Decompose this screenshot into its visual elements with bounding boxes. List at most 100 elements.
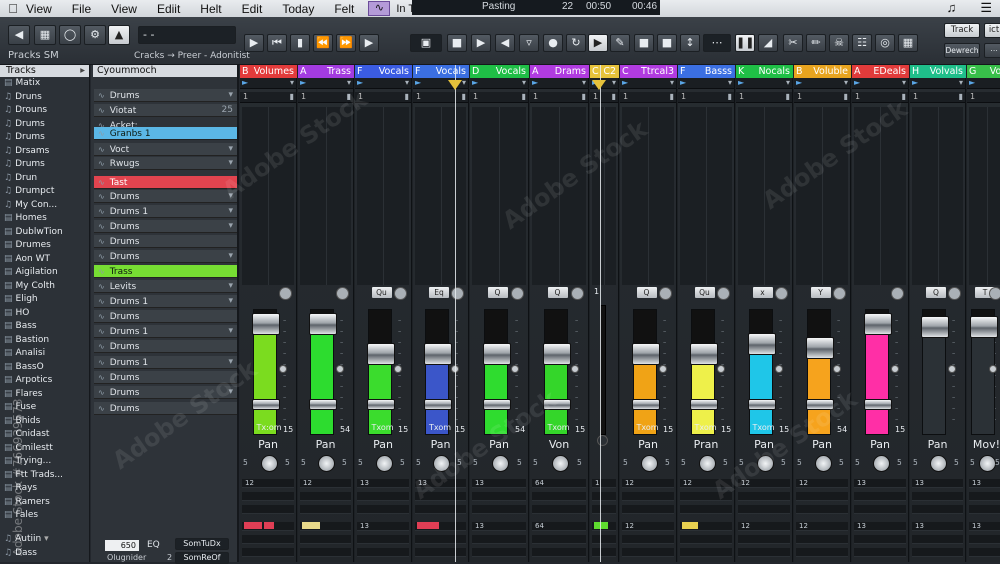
channel-name[interactable]: ATrass — [298, 65, 354, 78]
send-slot[interactable] — [969, 548, 1000, 557]
insert-lane[interactable] — [300, 107, 351, 285]
fader-cap[interactable] — [632, 343, 660, 365]
send-slot[interactable] — [680, 492, 732, 501]
tempo-field[interactable]: ⋯ — [703, 34, 731, 52]
track-item[interactable]: ♫Drums — [0, 118, 89, 132]
track-item[interactable]: ▤Rays — [0, 482, 89, 496]
insert-lane[interactable] — [912, 107, 963, 285]
gain-knob-icon[interactable] — [891, 287, 904, 300]
forward-icon[interactable]: ▶ — [359, 34, 379, 52]
send-slot[interactable] — [532, 492, 586, 501]
send-slot[interactable]: 1 — [592, 522, 616, 531]
channel-name[interactable]: KNocals — [736, 65, 793, 78]
send-slot[interactable] — [357, 535, 409, 544]
send-slot[interactable]: 13 — [854, 522, 906, 531]
fader-cap[interactable] — [864, 313, 892, 335]
clock-icon[interactable] — [597, 435, 608, 446]
marker-down-icon[interactable]: ▿ — [519, 34, 539, 52]
send-level[interactable] — [244, 522, 262, 529]
insert-lane[interactable] — [680, 107, 732, 285]
send-slot[interactable]: 1 — [592, 479, 616, 488]
meter-peak-icon[interactable] — [948, 365, 956, 373]
send-slot[interactable]: 12 — [622, 522, 674, 531]
track-footer-item[interactable]: ♫Dass — [0, 547, 89, 561]
send-slot[interactable] — [969, 492, 1000, 501]
gain-knob-icon[interactable] — [279, 287, 292, 300]
send-slot[interactable] — [592, 492, 616, 501]
row-dropdown[interactable]: ▾ — [228, 143, 233, 156]
inspector-row[interactable]: ∿Drums 1▾ — [94, 325, 237, 338]
gain-knob-icon[interactable] — [511, 287, 524, 300]
send-slot[interactable] — [357, 548, 409, 557]
eq-button[interactable]: Q — [637, 287, 657, 298]
send-slot[interactable] — [415, 492, 466, 501]
meter-peak-icon[interactable] — [989, 365, 997, 373]
track-item[interactable]: ▤Bass — [0, 320, 89, 334]
inspector-row[interactable]: ∿Drums 1▾ — [94, 295, 237, 308]
input-slot[interactable]: ►▾ — [470, 78, 528, 89]
nudge-icon[interactable]: ↕ — [680, 34, 700, 52]
inspector-row[interactable]: ∿Drums — [94, 402, 237, 415]
channel-name[interactable]: DVocals — [470, 65, 529, 78]
dewrech-button[interactable]: Dewrech — [944, 43, 980, 58]
value-box[interactable]: 650 — [105, 540, 139, 551]
mute-tool-icon[interactable]: ☷ — [852, 34, 872, 52]
send-level[interactable] — [682, 522, 698, 529]
eq-button[interactable]: Q — [548, 287, 568, 298]
eq-button[interactable]: Q — [488, 287, 508, 298]
send-slot[interactable] — [357, 505, 409, 514]
rewind-icon[interactable]: ◀ — [495, 34, 515, 52]
input-slot[interactable]: ►▾ — [240, 78, 296, 89]
fader-cap[interactable] — [970, 316, 998, 338]
speaker-icon[interactable]: ◯ — [59, 25, 81, 45]
send-slot[interactable] — [592, 535, 616, 544]
channel-name[interactable]: ADrams — [530, 65, 589, 78]
track-item[interactable]: ▤Aigilation — [0, 266, 89, 280]
send-slot[interactable] — [796, 492, 848, 501]
channel-name[interactable]: CC2 — [590, 65, 619, 78]
channel-name[interactable]: FVocals — [413, 65, 469, 78]
send-slot[interactable] — [242, 505, 294, 514]
send-slot[interactable]: 13 — [912, 522, 963, 531]
insert-lane[interactable] — [738, 107, 790, 285]
more-icon[interactable]: ⋯ — [984, 43, 1000, 58]
track-item[interactable]: ♫My Con... — [0, 199, 89, 213]
inspector-row[interactable]: ∿Drums — [94, 310, 237, 323]
inspector-row[interactable]: ∿Voct▾ — [94, 143, 237, 156]
send-slot[interactable] — [532, 505, 586, 514]
input-slot[interactable]: ►▾ — [620, 78, 676, 89]
stop-icon[interactable]: ▮ — [290, 34, 310, 52]
scissors-icon[interactable]: ✂ — [783, 34, 803, 52]
pan-knob[interactable] — [433, 455, 450, 472]
gain-knob-icon[interactable] — [659, 287, 672, 300]
row-dropdown[interactable]: ▾ — [228, 325, 233, 338]
eq-button[interactable]: Qu — [372, 287, 392, 298]
send-slot[interactable] — [796, 505, 848, 514]
output-slot[interactable]: 1▮ — [355, 92, 411, 103]
menu-list-icon[interactable]: ☰ — [980, 0, 992, 16]
waveform-icon[interactable]: ∿ — [368, 1, 390, 16]
square-icon[interactable]: ■ — [634, 34, 654, 52]
send-slot[interactable]: 13 — [969, 522, 1000, 531]
track-item[interactable]: ♫Drumpct — [0, 185, 89, 199]
send-slot[interactable] — [592, 548, 616, 557]
track-button[interactable]: Track — [944, 23, 980, 38]
row-dropdown[interactable]: ▾ — [228, 386, 233, 399]
insert-lane[interactable] — [242, 107, 294, 285]
input-slot[interactable]: ►▾ — [678, 78, 734, 89]
send-slot[interactable] — [622, 505, 674, 514]
fader-cap[interactable] — [309, 313, 337, 335]
row-dropdown[interactable]: ▾ — [228, 89, 233, 102]
send-slot[interactable] — [622, 548, 674, 557]
row-dropdown[interactable]: ▾ — [228, 356, 233, 369]
channel-name[interactable]: HVolvals — [910, 65, 966, 78]
track-item[interactable]: ▤HO — [0, 307, 89, 321]
pan-knob[interactable] — [552, 455, 569, 472]
volume-fader[interactable] — [252, 399, 280, 410]
send-slot[interactable] — [680, 505, 732, 514]
fader-cap[interactable] — [367, 343, 395, 365]
track-item[interactable]: ▤Drumes — [0, 239, 89, 253]
output-slot[interactable]: 1▮ — [794, 92, 850, 103]
insert-lane[interactable] — [472, 107, 526, 285]
input-slot[interactable]: ►▾ — [590, 78, 618, 89]
